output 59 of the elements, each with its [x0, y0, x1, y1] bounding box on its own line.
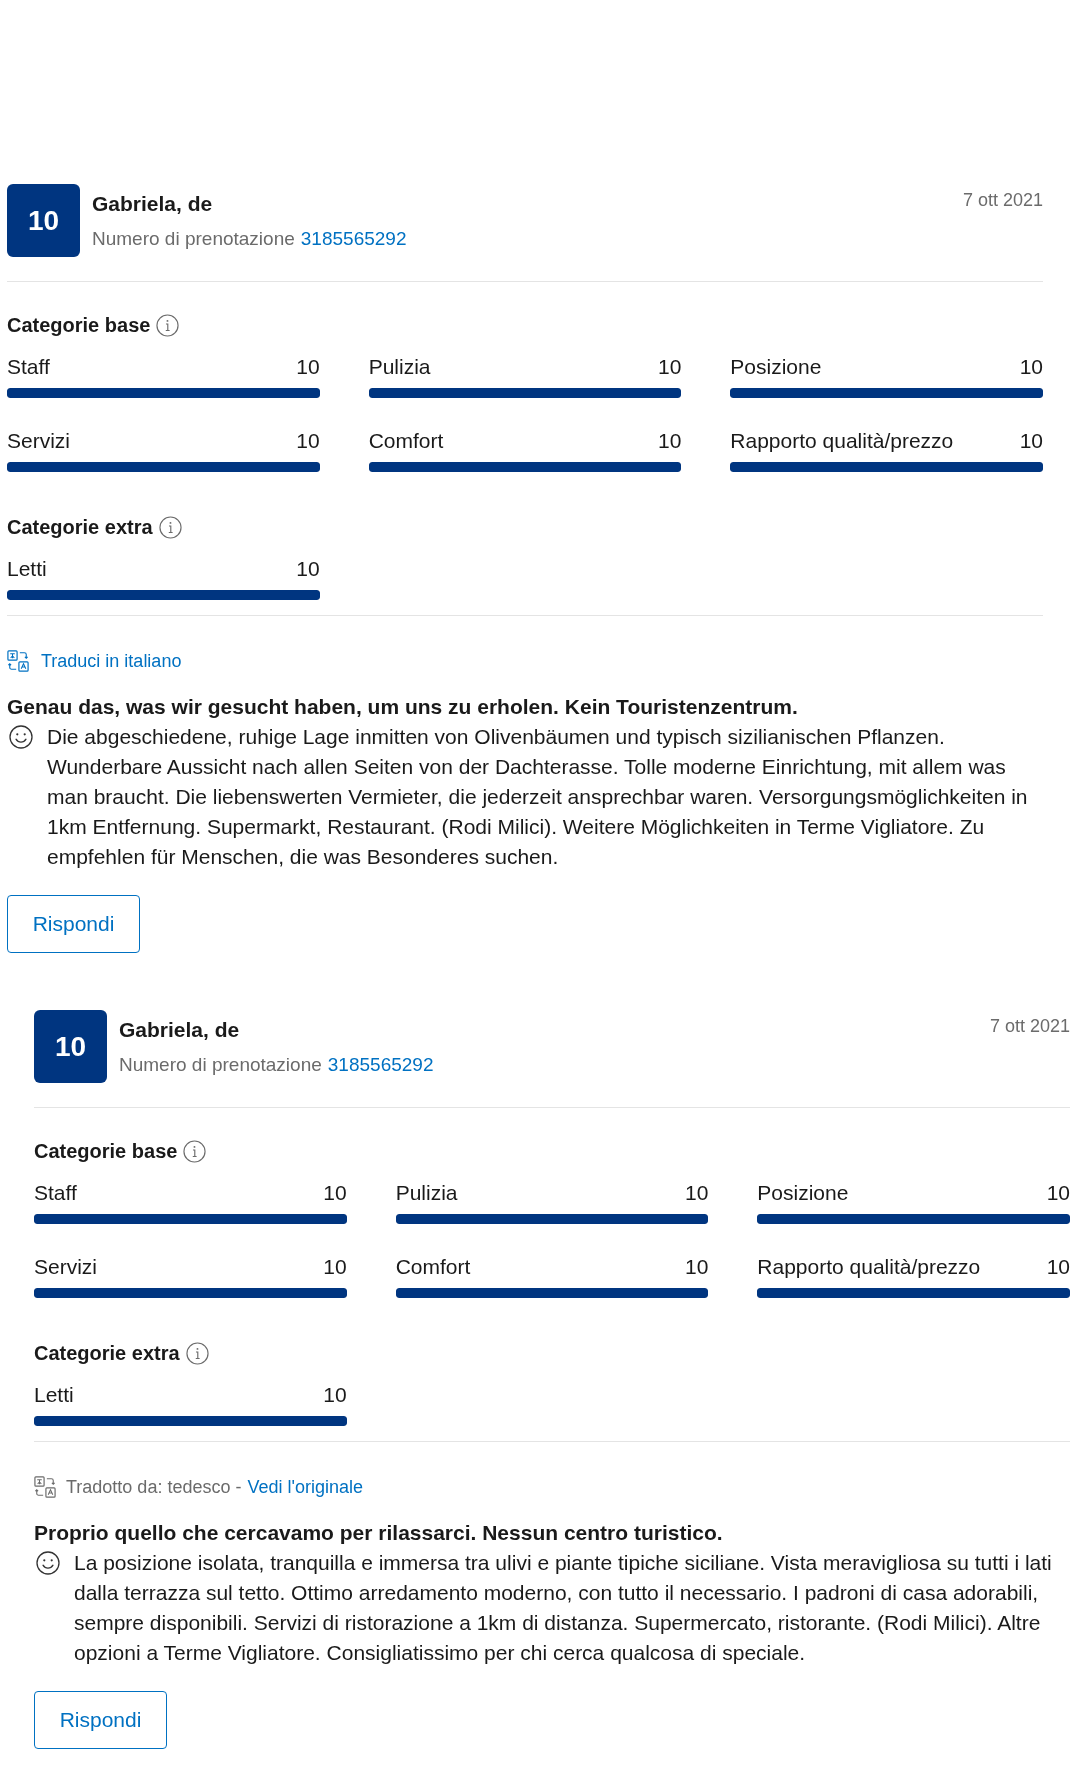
category-name: Comfort [368, 428, 444, 454]
info-icon[interactable] [183, 1139, 207, 1163]
view-original-link[interactable]: Vedi l'originale [247, 1475, 363, 1499]
category-score: 10 [323, 1254, 347, 1280]
smiley-face-icon [36, 1551, 60, 1575]
category-score: 10 [1046, 1180, 1070, 1206]
category-name: Comfort [395, 1254, 471, 1280]
category-score: 10 [684, 1180, 709, 1206]
translation-note: Tradotto da: tedesco - [66, 1476, 242, 1499]
category-name: Servizi [7, 428, 70, 454]
translate-link[interactable]: Traduci in italiano [41, 649, 182, 673]
info-icon[interactable] [158, 515, 182, 539]
booking-number-link[interactable]: 3185565292 [327, 1053, 434, 1077]
category-name: Pulizia [395, 1180, 458, 1206]
review-date: 7 ott 2021 [989, 1015, 1070, 1038]
category-score: 10 [657, 428, 682, 454]
category-score: 10 [323, 1180, 347, 1206]
translate-icon [7, 650, 29, 672]
category-group-title: Categorie extra [34, 1341, 180, 1366]
reply-button[interactable]: Rispondi [7, 895, 140, 953]
category-group-title: Categorie base [7, 313, 151, 338]
review-date: 7 ott 2021 [962, 189, 1043, 212]
category-score: 10 [1019, 354, 1043, 380]
category-name: Letti [34, 1382, 74, 1408]
category-name: Servizi [34, 1254, 97, 1280]
translate-icon [34, 1476, 56, 1498]
category-name: Rapporto qualità/prezzo [730, 428, 954, 454]
review-title: Proprio quello che cercavamo per rilassarci. Nessun centro turistico. [34, 1520, 724, 1546]
booking-number-label: Numero di prenotazione [119, 1053, 322, 1077]
score-badge: 10 [34, 1010, 107, 1083]
info-icon[interactable] [156, 313, 180, 337]
category-name: Staff [7, 354, 50, 380]
category-score: 10 [684, 1254, 709, 1280]
category-name: Rapporto qualità/prezzo [757, 1254, 981, 1280]
booking-number-link[interactable]: 3185565292 [300, 227, 407, 251]
review-title: Genau das, was wir gesucht haben, um uns zu erholen. Kein Touristenzentrum. [7, 694, 799, 720]
category-group-title: Categorie extra [7, 515, 153, 540]
reviewer-name: Gabriela, de [119, 1017, 241, 1043]
category-score: 10 [657, 354, 682, 380]
category-name: Staff [34, 1180, 77, 1206]
booking-number-label: Numero di prenotazione [92, 227, 295, 251]
category-name: Pulizia [368, 354, 431, 380]
category-score: 10 [296, 428, 320, 454]
review-text: La posizione isolata, tranquilla e immersa tra ulivi e piante tipiche siciliane. Vista meravigliosa su tutti i lati dalla terrazza sul tetto. Ottimo arredamento moderno, con tutto il necessario. I padroni di casa adorabili, sempre disponibili. Servizi di ristorazione a 1km di distanza. Supermercato, ristorante. (Rodi Milici). Altre opzioni a Terme Vigliatore. Consigliatissimo per chi cerca qualcosa di speciale. [74, 1550, 1053, 1666]
reviewer-name: Gabriela, de [92, 191, 214, 217]
category-score: 10 [296, 354, 320, 380]
info-icon[interactable] [185, 1341, 209, 1365]
smiley-face-icon [9, 725, 33, 749]
category-score: 10 [1019, 428, 1043, 454]
category-name: Posizione [730, 354, 822, 380]
score-badge: 10 [7, 184, 80, 257]
category-score: 10 [296, 556, 320, 582]
category-score: 10 [323, 1382, 347, 1408]
category-score: 10 [1046, 1254, 1070, 1280]
category-group-title: Categorie base [34, 1139, 178, 1164]
reply-button[interactable]: Rispondi [34, 1691, 167, 1749]
category-name: Letti [7, 556, 47, 582]
category-name: Posizione [757, 1180, 849, 1206]
review-text: Die abgeschiedene, ruhige Lage inmitten von Olivenbäumen und typisch sizilianischen Pflanzen. Wunderbare Aussicht nach allen Seiten von der Dachterasse. Tolle moderne Einrichtung, mit allem was man braucht. Die liebenswerten Vermieter, die jederzeit ansprechbar waren. Versorgungsmöglichkeiten in 1km Entfernung. Supermarkt, Restaurant. (Rodi Milici). Weitere Möglichkeiten in Terme Vigliatore. Zu empfehlen für Menschen, die was Besonderes suchen. [47, 724, 1029, 870]
